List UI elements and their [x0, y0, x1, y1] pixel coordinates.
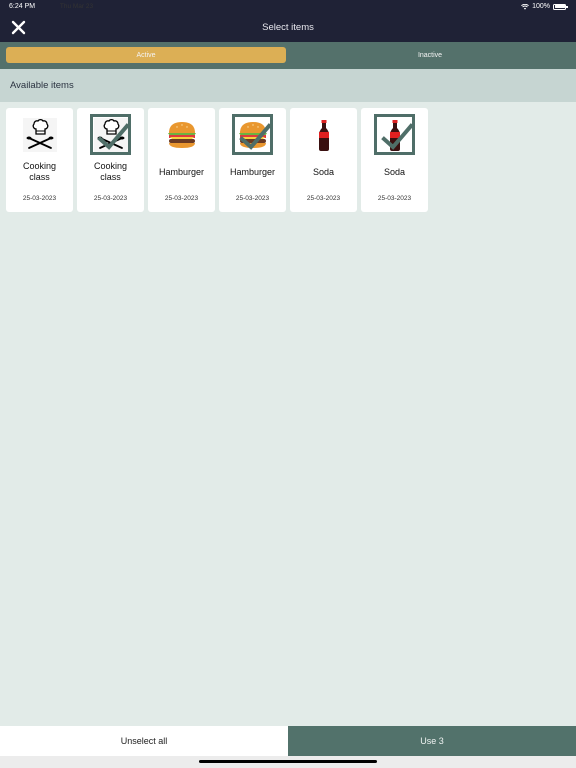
checkmark-icon: [97, 123, 129, 150]
wifi-icon: [521, 3, 530, 10]
items-grid: Cooking class 25-03-2023 Cooking class 25-0…: [6, 108, 428, 212]
home-indicator-area: [0, 756, 576, 768]
top-bar: 6:24 PM Thu Mar 23 100% Select items: [0, 0, 576, 42]
status-right: 100%: [521, 3, 568, 10]
item-card[interactable]: Cooking class 25-03-2023: [6, 108, 73, 212]
status-bar: 6:24 PM Thu Mar 23 100%: [0, 0, 576, 14]
item-card[interactable]: Hamburger 25-03-2023: [148, 108, 215, 212]
tab-inactive[interactable]: Inactive: [290, 47, 570, 63]
item-thumbnail: [232, 114, 273, 155]
item-date: 25-03-2023: [377, 195, 412, 202]
battery-icon: [553, 3, 568, 10]
section-header: Available items: [0, 69, 576, 102]
hamburger-icon: [165, 118, 199, 152]
item-date: 25-03-2023: [306, 195, 341, 202]
item-thumbnail: [19, 114, 60, 155]
item-card[interactable]: Hamburger 25-03-2023: [219, 108, 286, 212]
item-name: Soda: [312, 167, 335, 177]
item-name: Hamburger: [229, 167, 276, 177]
item-name: Soda: [383, 167, 406, 177]
item-name: Cooking class: [93, 161, 128, 182]
use-button[interactable]: Use 3: [288, 726, 576, 756]
item-card[interactable]: Cooking class 25-03-2023: [77, 108, 144, 212]
item-thumbnail: [374, 114, 415, 155]
item-name: Cooking class: [22, 161, 57, 182]
item-thumbnail: [303, 114, 344, 155]
home-indicator: [199, 760, 377, 763]
item-date: 25-03-2023: [164, 195, 199, 202]
item-name: Hamburger: [158, 167, 205, 177]
item-date: 25-03-2023: [22, 195, 57, 202]
battery-percent: 100%: [532, 3, 550, 10]
chef-icon: [22, 117, 57, 152]
soda-bottle-icon: [307, 118, 341, 152]
item-card[interactable]: Soda 25-03-2023: [290, 108, 357, 212]
footer-bar: Unselect all Use 3: [0, 726, 576, 756]
checkmark-icon: [381, 123, 413, 150]
status-date: Thu Mar 23: [59, 3, 94, 10]
unselect-all-button[interactable]: Unselect all: [0, 726, 288, 756]
item-thumbnail: [161, 114, 202, 155]
status-time: 6:24 PM: [9, 3, 36, 10]
tab-bar: Active Inactive: [0, 42, 576, 69]
item-card[interactable]: Soda 25-03-2023: [361, 108, 428, 212]
checkmark-icon: [239, 123, 271, 150]
section-title: Available items: [10, 80, 74, 91]
item-date: 25-03-2023: [235, 195, 270, 202]
page-title: Select items: [262, 22, 314, 33]
item-date: 25-03-2023: [93, 195, 128, 202]
item-thumbnail: [90, 114, 131, 155]
tab-active[interactable]: Active: [6, 47, 286, 63]
